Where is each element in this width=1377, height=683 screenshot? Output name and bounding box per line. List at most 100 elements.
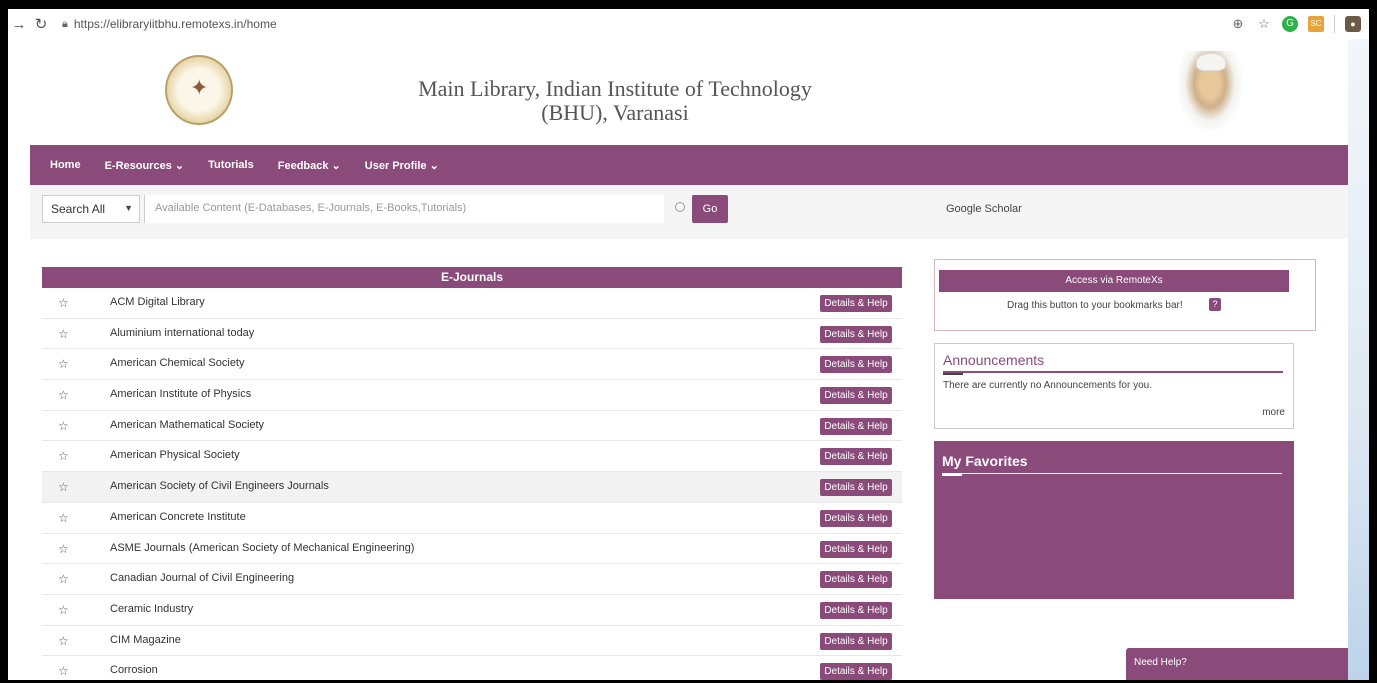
- details-help-button[interactable]: Details & Help: [820, 571, 892, 589]
- details-help-button[interactable]: Details & Help: [820, 295, 892, 312]
- details-help-button[interactable]: Details & Help: [820, 448, 892, 466]
- journal-name[interactable]: American Chemical Society: [110, 357, 245, 369]
- google-scholar-link[interactable]: Google Scholar: [946, 203, 1022, 215]
- journal-name[interactable]: American Mathematical Society: [110, 419, 264, 431]
- favorite-star-icon[interactable]: ☆: [58, 449, 69, 463]
- site-title-line1: Main Library, Indian Institute of Techno…: [418, 76, 812, 101]
- main-navbar: Home E-Resources ⌄ Tutorials Feedback ⌄ …: [30, 145, 1348, 185]
- grammarly-icon[interactable]: G: [1282, 16, 1298, 32]
- details-help-button[interactable]: Details & Help: [820, 663, 892, 680]
- site-title-line2: (BHU), Varanasi: [541, 100, 689, 125]
- announcements-box: Announcements There are currently no Ann…: [934, 343, 1294, 429]
- journal-name[interactable]: American Institute of Physics: [110, 388, 251, 400]
- site-header: Main Library, Indian Institute of Techno…: [30, 39, 1348, 145]
- journal-name[interactable]: American Society of Civil Engineers Jour…: [110, 480, 329, 492]
- favorite-star-icon[interactable]: ☆: [58, 664, 69, 678]
- access-via-remotexs-button[interactable]: Access via RemoteXs: [939, 270, 1289, 292]
- details-help-button[interactable]: Details & Help: [820, 601, 892, 619]
- journal-row[interactable]: ☆ American Chemical Society Details & Help: [42, 349, 902, 381]
- favorite-star-icon[interactable]: ☆: [58, 357, 69, 371]
- browser-window: → ↻ 🔒︎ https://elibraryiitbhu.remotexs.i…: [8, 9, 1369, 680]
- journal-name[interactable]: Ceramic Industry: [110, 603, 193, 615]
- address-bar[interactable]: https://elibraryiitbhu.remotexs.in/home: [74, 17, 277, 31]
- journal-row[interactable]: ☆ American Institute of Physics Details & …: [42, 380, 902, 411]
- journal-name[interactable]: Canadian Journal of Civil Engineering: [110, 572, 294, 584]
- journal-row[interactable]: ☆ American Concrete Institute Details & He…: [42, 503, 902, 534]
- browser-toolbar: → ↻ 🔒︎ https://elibraryiitbhu.remotexs.i…: [8, 9, 1369, 39]
- star-icon[interactable]: ☆: [1256, 16, 1272, 32]
- journal-name[interactable]: Corrosion: [110, 664, 158, 676]
- back-arrow-icon[interactable]: →: [8, 16, 30, 33]
- toolbar-divider: [1334, 15, 1335, 33]
- lock-icon: 🔒︎: [62, 17, 68, 30]
- details-help-button[interactable]: Details & Help: [820, 509, 892, 527]
- journal-row[interactable]: ☆ American Society of Civil Engineers Jou…: [42, 472, 902, 503]
- journal-name[interactable]: American Physical Society: [110, 449, 240, 461]
- details-help-button[interactable]: Details & Help: [820, 540, 892, 558]
- nav-home[interactable]: Home: [50, 159, 81, 171]
- journal-row[interactable]: ☆ CIM Magazine Details & Help: [42, 626, 902, 657]
- details-help-button[interactable]: Details & Help: [820, 417, 892, 435]
- details-help-button[interactable]: Details & Help: [820, 387, 892, 405]
- journal-row[interactable]: ☆ Corrosion Details & Help: [42, 656, 902, 680]
- journal-name[interactable]: Aluminium international today: [110, 327, 254, 339]
- favorite-star-icon[interactable]: ☆: [58, 603, 69, 617]
- library-page: Main Library, Indian Institute of Techno…: [30, 39, 1348, 680]
- announcements-text: There are currently no Announcements for…: [943, 380, 1153, 391]
- nav-e-resources[interactable]: E-Resources ⌄: [105, 159, 185, 172]
- favorite-star-icon[interactable]: ☆: [58, 327, 69, 341]
- search-input[interactable]: Available Content (E-Databases, E-Journa…: [144, 195, 664, 223]
- journal-row[interactable]: ☆ Ceramic Industry Details & Help: [42, 595, 902, 626]
- zoom-icon[interactable]: ⊕: [1230, 16, 1246, 32]
- details-help-button[interactable]: Details & Help: [820, 356, 892, 374]
- favorite-star-icon[interactable]: ☆: [58, 511, 69, 525]
- nav-feedback[interactable]: Feedback ⌄: [278, 159, 341, 172]
- details-help-button[interactable]: Details & Help: [820, 479, 892, 497]
- announcements-underline-accent: [943, 373, 963, 375]
- e-journals-list: ☆ ACM Digital Library Details & Help ☆ Alumi…: [42, 288, 902, 680]
- journal-row[interactable]: ☆ American Mathematical Society Details & …: [42, 411, 902, 442]
- favorite-star-icon[interactable]: ☆: [58, 572, 69, 586]
- favorite-star-icon[interactable]: ☆: [58, 296, 69, 310]
- search-bar: Search All ▼ Available Content (E-Databa…: [30, 185, 1348, 239]
- founder-portrait: [1178, 51, 1242, 131]
- journal-name[interactable]: ACM Digital Library: [110, 296, 205, 308]
- favorite-star-icon[interactable]: ☆: [58, 634, 69, 648]
- journal-row[interactable]: ☆ ACM Digital Library Details & Help: [42, 288, 902, 319]
- favorites-underline: [942, 473, 1282, 474]
- sc-extension-icon[interactable]: SC: [1308, 16, 1324, 32]
- details-help-button[interactable]: Details & Help: [820, 325, 892, 343]
- journal-row[interactable]: ☆ Canadian Journal of Civil Engineering De…: [42, 564, 902, 595]
- clear-search-icon[interactable]: [675, 202, 685, 212]
- nav-tutorials[interactable]: Tutorials: [208, 159, 254, 171]
- favorite-star-icon[interactable]: ☆: [58, 419, 69, 433]
- favorite-star-icon[interactable]: ☆: [58, 542, 69, 556]
- details-help-button[interactable]: Details & Help: [820, 632, 892, 650]
- remotexs-bookmarklet-box: Access via RemoteXs Drag this button to …: [934, 259, 1316, 331]
- journal-name[interactable]: American Concrete Institute: [110, 511, 246, 523]
- bookmark-hint: Drag this button to your bookmarks bar!: [1007, 300, 1183, 311]
- announcements-more-link[interactable]: more: [1262, 407, 1285, 418]
- dropdown-arrow-icon: ▼: [124, 203, 133, 213]
- go-button[interactable]: Go: [692, 195, 728, 223]
- site-title: Main Library, Indian Institute of Techno…: [390, 77, 840, 125]
- profile-avatar-icon[interactable]: ●: [1345, 16, 1361, 32]
- journal-name[interactable]: ASME Journals (American Society of Mecha…: [110, 542, 414, 554]
- search-scope-select[interactable]: Search All ▼: [42, 195, 140, 223]
- journal-row[interactable]: ☆ ASME Journals (American Society of Mech…: [42, 534, 902, 565]
- journal-row[interactable]: ☆ Aluminium international today Details & …: [42, 319, 902, 350]
- desktop-background-strip: [1348, 39, 1369, 680]
- favorite-star-icon[interactable]: ☆: [58, 480, 69, 494]
- my-favorites-title: My Favorites: [942, 453, 1028, 469]
- reload-icon[interactable]: ↻: [30, 15, 52, 33]
- e-journals-panel: E-Journals ☆ ACM Digital Library Details &…: [42, 267, 902, 680]
- help-icon[interactable]: ?: [1209, 298, 1221, 311]
- institute-logo: [165, 55, 233, 125]
- browser-tools: ⊕ ☆ G SC ●: [1230, 15, 1361, 33]
- nav-user-profile[interactable]: User Profile ⌄: [365, 159, 439, 172]
- favorite-star-icon[interactable]: ☆: [58, 388, 69, 402]
- journal-row[interactable]: ☆ American Physical Society Details & Help: [42, 441, 902, 473]
- need-help-button[interactable]: Need Help?: [1126, 648, 1348, 680]
- my-favorites-box: My Favorites: [934, 441, 1294, 599]
- journal-name[interactable]: CIM Magazine: [110, 634, 181, 646]
